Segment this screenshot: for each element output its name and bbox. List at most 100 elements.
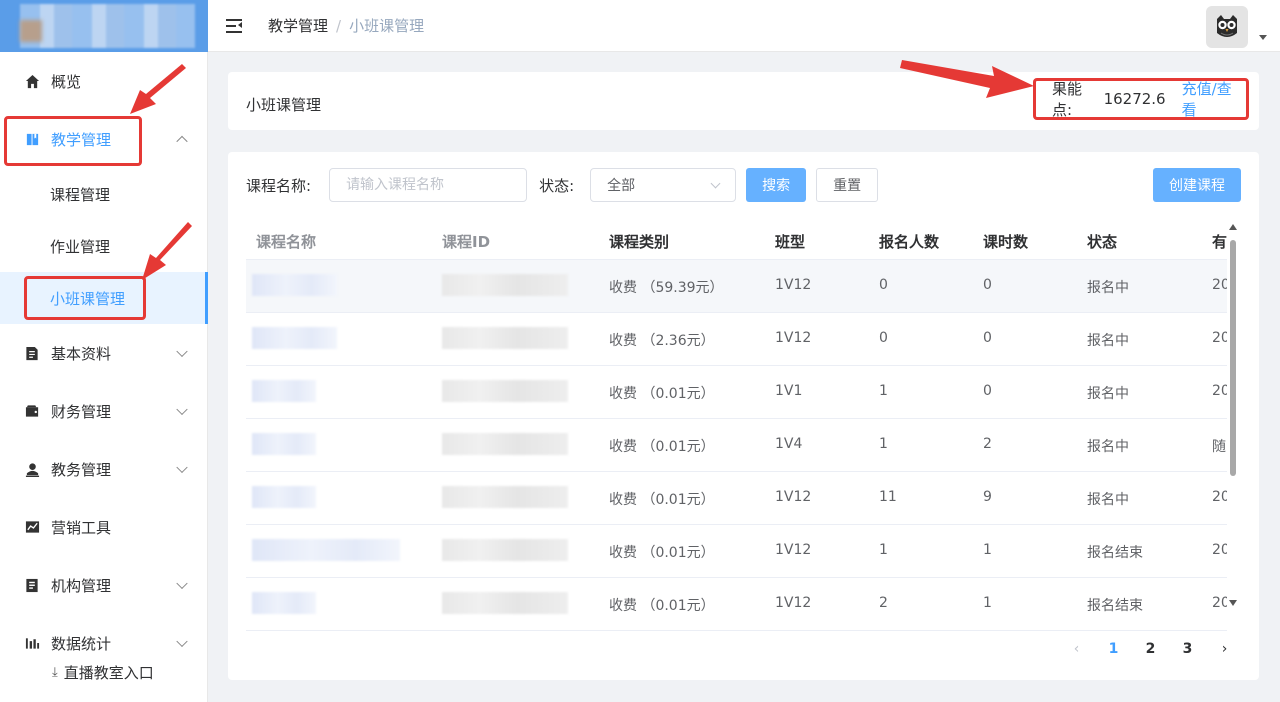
status-select[interactable]: 全部 — [590, 168, 737, 202]
cell-status: 报名中 — [1087, 386, 1129, 402]
sidebar-subitem-course[interactable]: 课程管理 — [0, 168, 208, 220]
blurred-course-id — [442, 380, 568, 402]
chevron-down-icon — [176, 345, 188, 358]
cell-status: 报名结束 — [1087, 598, 1143, 614]
page-title: 小班课管理 — [246, 96, 322, 114]
top-header: 教学管理 / 小班课管理 — [208, 0, 1280, 52]
search-button[interactable]: 搜索 — [746, 168, 807, 202]
pagination-page-1[interactable]: 1 — [1095, 641, 1132, 657]
create-course-button[interactable]: 创建课程 — [1153, 168, 1241, 202]
breadcrumb-item-teaching[interactable]: 教学管理 — [268, 15, 328, 36]
download-icon: ⤓ — [52, 665, 58, 680]
course-table: 课程名称 课程ID 课程类别 班型 报名人数 课时数 状态 有 收费 （59.3… — [246, 218, 1227, 632]
sidebar-item-marketing[interactable]: 营销工具 — [0, 498, 208, 556]
points-value: 16272.6 — [1103, 90, 1166, 108]
sidebar-item-organization[interactable]: 机构管理 — [0, 556, 208, 614]
blurred-course-name — [252, 592, 316, 614]
column-header-category[interactable]: 课程类别 — [609, 231, 669, 252]
live-classroom-entry[interactable]: ⤓ 直播教室入口 — [52, 662, 154, 683]
sidebar-item-academic[interactable]: 教务管理 — [0, 440, 208, 498]
scrollbar-thumb[interactable] — [1230, 240, 1236, 476]
breadcrumb-item-current: 小班课管理 — [349, 17, 425, 35]
blurred-course-name — [252, 486, 316, 508]
column-header-extra[interactable]: 有 — [1212, 231, 1227, 252]
pagination: ‹ 1 2 3 › — [1058, 638, 1243, 660]
document-icon — [24, 345, 40, 361]
cell-enrolled: 0 — [879, 330, 888, 346]
owl-icon — [1217, 15, 1237, 37]
table-row[interactable]: 收费 （0.01元） 1V12 2 1 报名结束 20 — [246, 578, 1227, 631]
column-header-course-name[interactable]: 课程名称 — [256, 231, 316, 252]
column-header-course-id[interactable]: 课程ID — [442, 231, 490, 252]
cell-status: 报名结束 — [1087, 545, 1143, 561]
sidebar-item-finance[interactable]: 财务管理 — [0, 382, 208, 440]
user-stamp-icon — [24, 461, 40, 477]
breadcrumb: 教学管理 / 小班课管理 — [268, 15, 424, 36]
cell-extra: 20 — [1212, 330, 1227, 346]
pagination-page-3[interactable]: 3 — [1169, 641, 1206, 657]
table-row[interactable]: 收费 （59.39元） 1V12 0 0 报名中 20 — [246, 260, 1227, 313]
cell-enrolled: 1 — [879, 436, 888, 452]
cell-extra: 20 — [1212, 383, 1227, 399]
logo-blurred-area — [20, 4, 195, 48]
sidebar-subitem-label: 作业管理 — [50, 237, 111, 256]
blurred-course-id — [442, 592, 568, 614]
sidebar-item-label: 教务管理 — [51, 460, 112, 479]
sidebar-item-overview[interactable]: 概览 — [0, 52, 208, 110]
blurred-course-id — [442, 327, 568, 349]
brand-logo[interactable] — [0, 0, 208, 52]
column-header-lessons[interactable]: 课时数 — [983, 231, 1028, 252]
table-row[interactable]: 收费 （0.01元） 1V1 1 0 报名中 20 — [246, 366, 1227, 419]
sidebar-item-label: 营销工具 — [51, 518, 112, 537]
cell-extra: 20 — [1212, 595, 1227, 611]
cell-class-type: 1V1 — [775, 383, 803, 399]
cell-category: 收费 （59.39元） — [609, 280, 724, 296]
wallet-icon — [24, 403, 40, 419]
blurred-course-id — [442, 539, 568, 561]
cell-category: 收费 （0.01元） — [609, 439, 715, 455]
table-row[interactable]: 收费 （0.01元） 1V12 1 1 报名结束 20 — [246, 525, 1227, 578]
cell-category: 收费 （0.01元） — [609, 545, 715, 561]
pagination-page-2[interactable]: 2 — [1132, 641, 1169, 657]
scroll-down-icon[interactable] — [1229, 600, 1237, 606]
recharge-link[interactable]: 充值/查看 — [1182, 78, 1246, 120]
cell-extra: 随 — [1212, 439, 1226, 455]
table-scrollbar[interactable] — [1228, 224, 1238, 610]
table-row[interactable]: 收费 （0.01元） 1V12 11 9 报名中 20 — [246, 472, 1227, 525]
column-header-status[interactable]: 状态 — [1087, 231, 1117, 252]
cell-category: 收费 （0.01元） — [609, 598, 715, 614]
breadcrumb-separator: / — [336, 16, 342, 35]
pagination-prev-button[interactable]: ‹ — [1058, 641, 1095, 657]
course-list-card: 课程名称: 状态: 全部 搜索 重置 创建课程 课程名称 课程ID 课程类别 班… — [228, 152, 1259, 680]
column-header-enrolled[interactable]: 报名人数 — [879, 231, 939, 252]
blurred-course-name — [252, 274, 337, 296]
building-icon — [24, 577, 40, 593]
table-row[interactable]: 收费 （2.36元） 1V12 0 0 报名中 20 — [246, 313, 1227, 366]
cell-lessons: 2 — [983, 436, 992, 452]
cell-category: 收费 （0.01元） — [609, 492, 715, 508]
chevron-down-icon — [176, 577, 188, 590]
sidebar-subitem-homework[interactable]: 作业管理 — [0, 220, 208, 272]
menu-toggle-icon[interactable] — [226, 18, 244, 33]
cell-extra: 20 — [1212, 542, 1227, 558]
course-name-input[interactable] — [329, 168, 528, 202]
column-header-class-type[interactable]: 班型 — [775, 231, 805, 252]
sidebar-subitem-label: 小班课管理 — [50, 289, 126, 308]
cell-extra: 20 — [1212, 489, 1227, 505]
cell-status: 报名中 — [1087, 492, 1129, 508]
reset-button[interactable]: 重置 — [816, 168, 879, 202]
table-row[interactable]: 收费 （0.01元） 1V4 1 2 报名中 随 — [246, 419, 1227, 472]
pagination-next-button[interactable]: › — [1206, 641, 1243, 657]
points-label: 果能点: — [1052, 80, 1083, 119]
cell-lessons: 0 — [983, 383, 992, 399]
sidebar-item-label: 机构管理 — [51, 576, 112, 595]
sidebar-item-teaching[interactable]: 教学管理 — [0, 110, 208, 168]
sidebar-subitem-small-class[interactable]: 小班课管理 — [0, 272, 208, 324]
blurred-course-id — [442, 433, 568, 455]
sidebar-item-basic-info[interactable]: 基本资料 — [0, 324, 208, 382]
caret-down-icon[interactable] — [1259, 35, 1267, 40]
sidebar-item-label: 财务管理 — [51, 402, 112, 421]
avatar[interactable] — [1206, 6, 1248, 48]
scroll-up-icon[interactable] — [1229, 224, 1237, 230]
sidebar-item-label: 教学管理 — [51, 130, 112, 149]
